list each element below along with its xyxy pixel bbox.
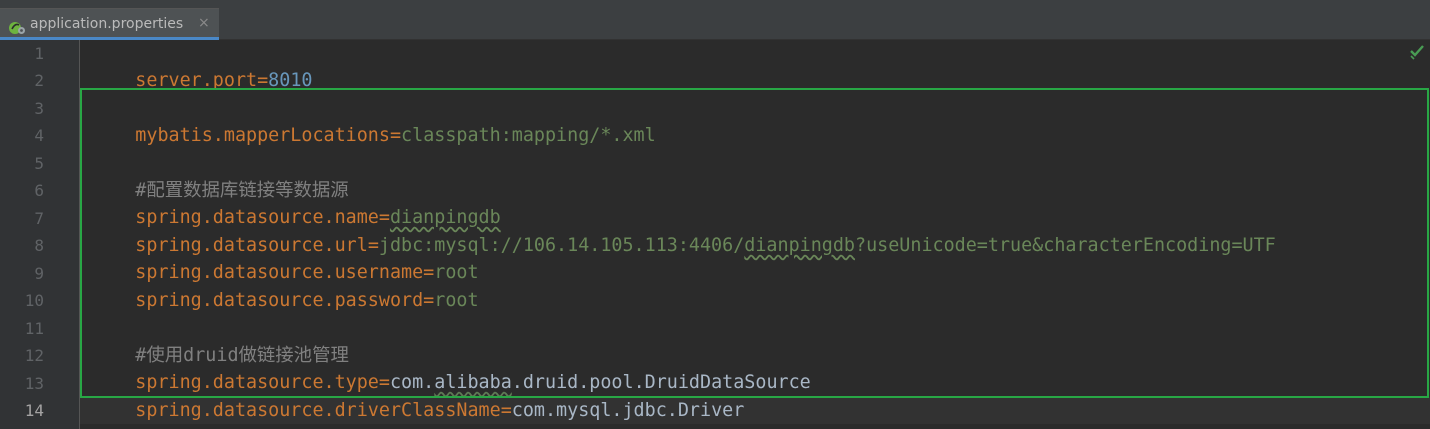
line-number: 3 [34, 99, 44, 118]
line-number: 1 [34, 44, 44, 63]
equals-sign: = [423, 290, 435, 311]
code-line[interactable]: spring.datasource.name=dianpingdb [91, 177, 500, 228]
equals-sign: = [257, 70, 269, 91]
code-line[interactable]: #配置数据库链接等数据源 [91, 150, 348, 201]
line-number: 6 [34, 181, 44, 200]
code-line[interactable]: spring.datasource.password=root [91, 260, 478, 311]
line-number-current: 14 [24, 401, 44, 420]
spring-properties-file-icon [9, 22, 25, 34]
property-value-typo: dianpingdb [744, 235, 856, 256]
tab-application-properties[interactable]: application.properties × [0, 8, 219, 40]
code-line[interactable]: mybatis.mapperLocations=classpath:mappin… [91, 95, 655, 146]
tab-label: application.properties [30, 16, 184, 32]
line-number: 7 [34, 209, 44, 228]
line-number-gutter: 1 2 3 4 5 6 7 8 9 10 11 12 13 14 [0, 40, 80, 429]
code-line[interactable]: spring.datasource.driverClassName=com.my… [91, 370, 744, 421]
line-number: 4 [34, 126, 44, 145]
property-value: ?useUnicode=true&characterEncoding=UTF [855, 235, 1276, 256]
line-number: 5 [34, 154, 44, 173]
line-number: 13 [24, 374, 44, 393]
property-value: com.mysql.jdbc.Driver [511, 400, 745, 421]
code-line[interactable]: #使用druid做链接池管理 [91, 315, 349, 366]
property-value: 8010 [268, 70, 313, 91]
property-value: root [434, 290, 479, 311]
line-number: 9 [34, 264, 44, 283]
code-line[interactable]: server.port=8010 [91, 40, 312, 91]
inspection-ok-check-icon[interactable] [1408, 42, 1426, 60]
code-line[interactable]: spring.datasource.type=com.alibaba.druid… [91, 342, 810, 393]
property-key: mybatis.mapperLocations [135, 125, 390, 146]
line-number: 12 [24, 346, 44, 365]
line-number: 11 [24, 319, 44, 338]
close-icon[interactable]: × [198, 15, 210, 31]
equals-sign: = [389, 125, 402, 146]
property-key: spring.datasource.password [135, 290, 424, 311]
line-number: 2 [34, 71, 44, 90]
line-number: 10 [24, 291, 44, 310]
editor-tab-bar: application.properties × [0, 0, 1430, 40]
equals-sign: = [500, 400, 512, 421]
property-value: classpath:mapping/*.xml [401, 125, 656, 146]
property-key: spring.datasource.driverClassName [135, 400, 501, 421]
code-editor[interactable]: server.port=8010 mybatis.mapperLocations… [80, 40, 1430, 429]
line-number: 8 [34, 236, 44, 255]
code-line[interactable]: spring.datasource.username=root [91, 232, 478, 283]
property-key: server.port [135, 70, 258, 91]
code-line[interactable]: spring.datasource.url=jdbc:mysql://106.1… [91, 205, 1275, 256]
